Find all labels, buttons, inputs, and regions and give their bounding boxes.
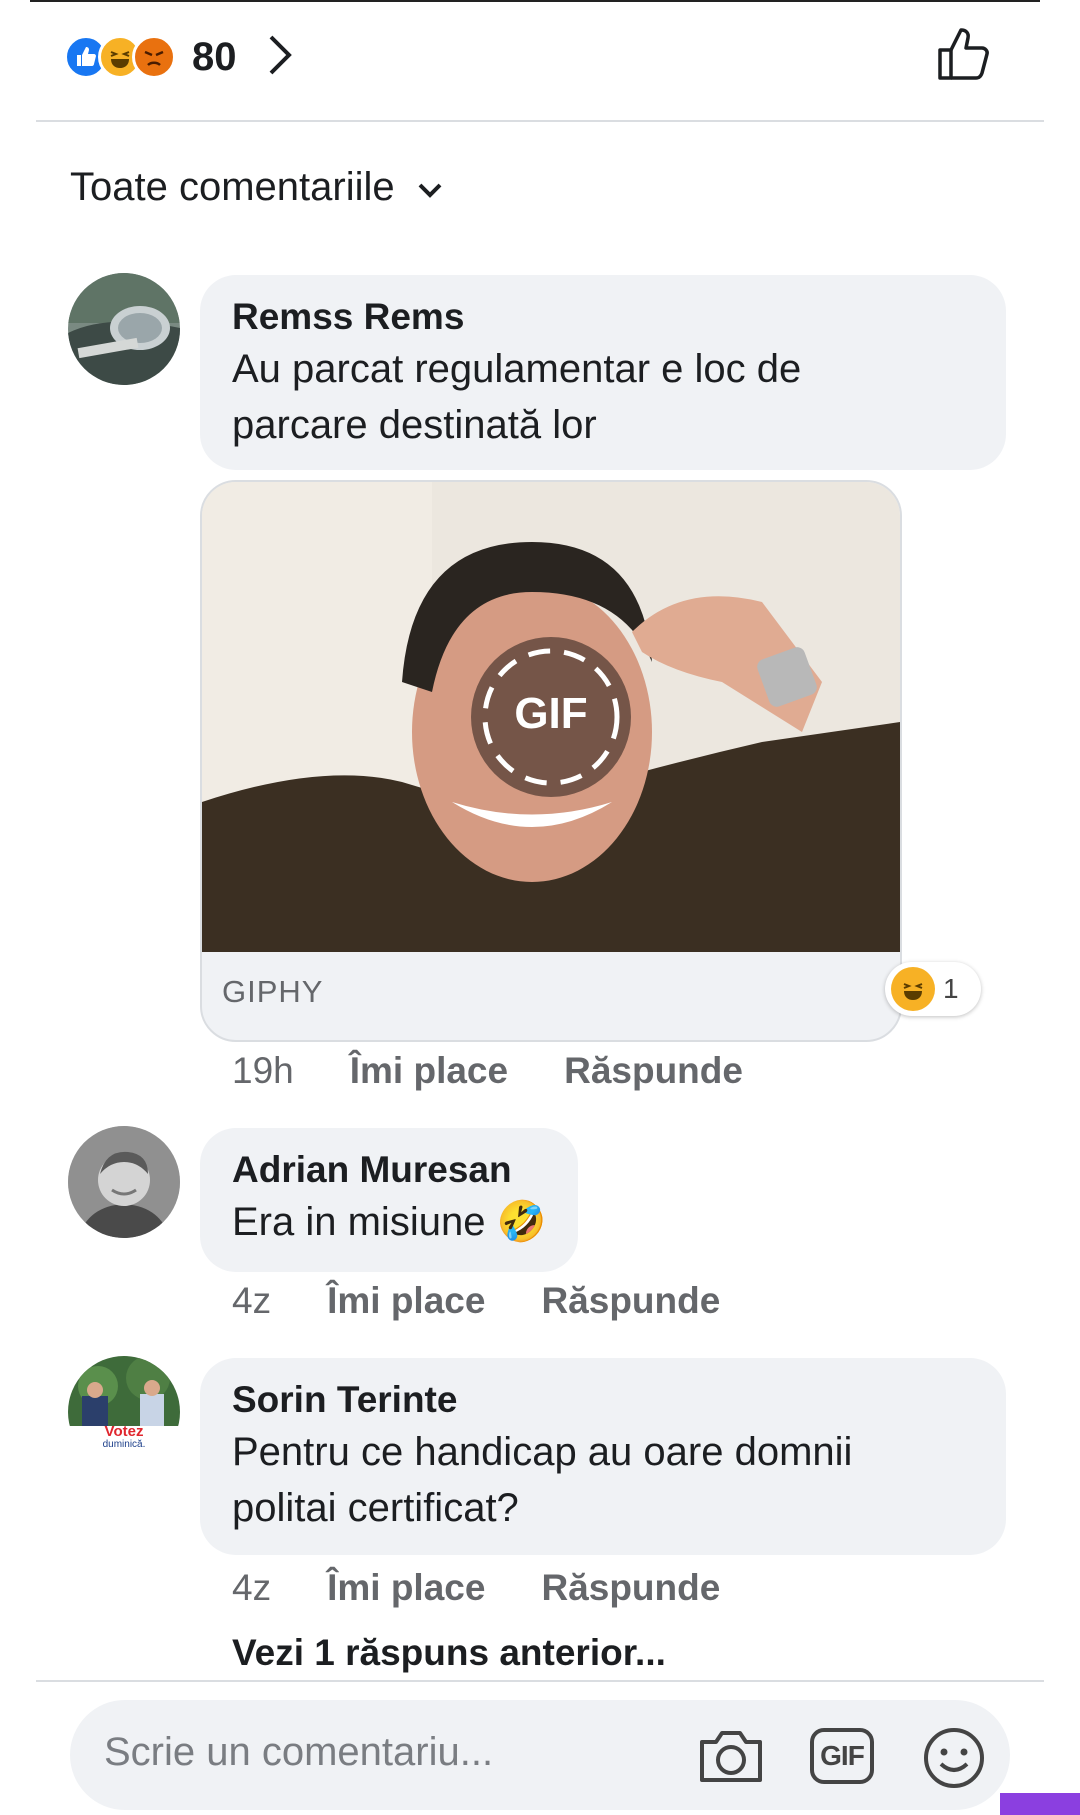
like-button[interactable]: Îmi place <box>327 1567 485 1609</box>
gif-icon[interactable]: GIF <box>808 1726 876 1791</box>
like-outline-icon[interactable] <box>936 24 994 87</box>
corner-decoration <box>1000 1793 1080 1815</box>
comment-text-body: Era in misiune <box>232 1200 486 1244</box>
top-border <box>30 0 1040 2</box>
divider <box>36 120 1044 122</box>
comment-actions: 19h Îmi place Răspunde <box>232 1050 799 1092</box>
avatar-caption: Votez <box>104 1423 144 1440</box>
comment-text-line: Au parcat regulamentar e loc de <box>232 347 802 391</box>
smiley-icon[interactable] <box>922 1726 986 1795</box>
like-button[interactable]: Îmi place <box>327 1280 485 1322</box>
chevron-down-icon <box>417 165 443 210</box>
angry-reaction-icon <box>132 35 176 79</box>
sort-label: Toate comentariile <box>70 165 395 209</box>
comment-bubble: Adrian Muresan Era in misiune 🤣 <box>200 1128 579 1272</box>
camera-icon[interactable] <box>696 1726 766 1791</box>
comment-bubble: Remss Rems Au parcat regulamentar e loc … <box>200 275 1006 470</box>
gif-icon-label: GIF <box>820 1740 865 1771</box>
comment-author[interactable]: Adrian Muresan <box>232 1146 546 1194</box>
comment-time[interactable]: 4z <box>232 1567 271 1609</box>
reaction-count: 1 <box>943 973 959 1004</box>
comment-actions: 4z Îmi place Răspunde <box>232 1280 776 1322</box>
comment-input[interactable]: Scrie un comentariu... GIF <box>70 1700 1010 1810</box>
gif-badge: GIF <box>514 689 588 738</box>
comment-text-line: parcare destinată lor <box>232 403 597 447</box>
comment-reaction-badge[interactable]: 1 <box>885 962 981 1016</box>
haha-reaction-icon <box>891 967 935 1011</box>
avatar-photo <box>68 1126 180 1238</box>
comment-text-line: politai certificat? <box>232 1486 519 1530</box>
giphy-source-label: GIPHY <box>222 974 324 1009</box>
comment-time[interactable]: 19h <box>232 1050 294 1092</box>
reply-button[interactable]: Răspunde <box>541 1280 720 1322</box>
gif-attachment[interactable]: GIF GIPHY <box>200 480 902 1042</box>
comments-sort-dropdown[interactable]: Toate comentariile <box>70 165 443 210</box>
avatar[interactable] <box>68 273 180 385</box>
divider <box>36 1680 1044 1682</box>
comment-actions: 4z Îmi place Răspunde <box>232 1567 776 1609</box>
avatar[interactable] <box>68 1126 180 1238</box>
comment-time[interactable]: 4z <box>232 1280 271 1322</box>
avatar-caption: duminică. <box>102 1439 146 1450</box>
comment-author[interactable]: Remss Rems <box>232 293 974 341</box>
rofl-emoji-icon: 🤣 <box>496 1200 547 1244</box>
comment-bubble: Sorin Terinte Pentru ce handicap au oare… <box>200 1358 1006 1555</box>
avatar-photo <box>68 273 180 385</box>
avatar-photo <box>68 1356 180 1468</box>
reply-button[interactable]: Răspunde <box>541 1567 720 1609</box>
reactions-summary[interactable]: 80 <box>64 22 293 92</box>
comment-author[interactable]: Sorin Terinte <box>232 1376 974 1424</box>
comment-input-placeholder: Scrie un comentariu... <box>104 1730 494 1774</box>
reaction-count: 80 <box>192 34 237 79</box>
reply-button[interactable]: Răspunde <box>564 1050 743 1092</box>
like-button[interactable]: Îmi place <box>350 1050 508 1092</box>
view-previous-replies-link[interactable]: Vezi 1 răspuns anterior... <box>232 1632 666 1674</box>
comment-text: Era in misiune 🤣 <box>232 1194 546 1250</box>
chevron-right-icon[interactable] <box>267 33 293 82</box>
comment-text-line: Pentru ce handicap au oare domnii <box>232 1430 853 1474</box>
avatar[interactable]: Votez duminică. <box>68 1356 180 1468</box>
